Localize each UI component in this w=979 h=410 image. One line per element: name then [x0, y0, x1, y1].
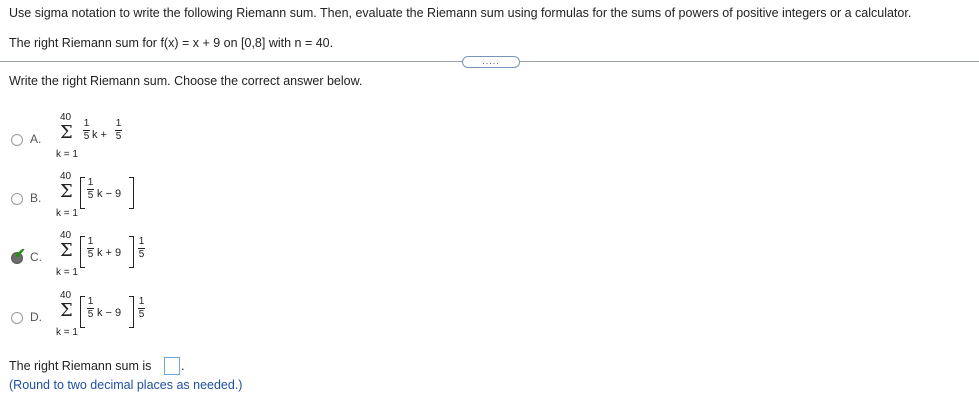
fraction: 15 — [138, 237, 145, 260]
denominator: 5 — [83, 131, 90, 142]
radio-button[interactable] — [11, 134, 23, 146]
left-bracket — [80, 177, 85, 209]
right-bracket — [129, 177, 134, 209]
denominator: 5 — [87, 249, 94, 260]
checkmark-icon: ✔ — [14, 245, 26, 261]
denominator: 5 — [115, 131, 122, 142]
answer-suffix: . — [181, 359, 185, 373]
sigma-symbol: Σ — [60, 240, 73, 261]
problem-statement: The right Riemann sum for f(x) = x + 9 o… — [9, 36, 334, 50]
sigma-lower-limit: k = 1 — [56, 267, 78, 278]
denominator: 5 — [87, 309, 94, 320]
option-letter: A. — [30, 132, 42, 146]
answer-input[interactable] — [164, 357, 180, 375]
numerator: 1 — [83, 118, 90, 129]
fraction: 15 — [83, 119, 90, 142]
denominator: 5 — [87, 190, 94, 201]
option-letter: C. — [30, 250, 42, 264]
denominator: 5 — [138, 249, 145, 260]
numerator: 1 — [87, 177, 94, 188]
left-bracket — [80, 296, 85, 328]
numerator: 1 — [87, 236, 94, 247]
summand-expression: k − 9 — [97, 307, 122, 319]
option-letter: D. — [30, 310, 42, 324]
summand-expression: k + 9 — [97, 247, 122, 259]
fraction: 15 — [87, 178, 94, 201]
radio-button[interactable] — [11, 193, 23, 205]
option-letter: B. — [30, 191, 42, 205]
sigma-symbol: Σ — [60, 300, 73, 321]
numerator: 1 — [138, 236, 145, 247]
numerator: 1 — [87, 296, 94, 307]
summand-expression: k + — [92, 129, 107, 141]
fraction: 15 — [87, 237, 94, 260]
part-prompt: Write the right Riemann sum. Choose the … — [9, 74, 363, 88]
left-bracket — [80, 236, 85, 268]
right-bracket — [129, 296, 134, 328]
more-button[interactable]: ..... — [462, 56, 520, 68]
fraction: 15 — [87, 297, 94, 320]
fraction: 15 — [115, 119, 122, 142]
sigma-lower-limit: k = 1 — [56, 327, 78, 338]
rounding-hint: (Round to two decimal places as needed.) — [9, 378, 243, 392]
radio-button[interactable] — [11, 312, 23, 324]
summand-expression: k − 9 — [97, 188, 122, 200]
right-bracket — [129, 236, 134, 268]
sigma-lower-limit: k = 1 — [56, 149, 78, 160]
answer-label: The right Riemann sum is — [9, 359, 152, 373]
numerator: 1 — [138, 296, 145, 307]
sigma-symbol: Σ — [60, 181, 73, 202]
denominator: 5 — [138, 309, 145, 320]
numerator: 1 — [115, 118, 122, 129]
sigma-lower-limit: k = 1 — [56, 208, 78, 219]
instruction-text: Use sigma notation to write the followin… — [9, 6, 912, 20]
fraction: 15 — [138, 297, 145, 320]
sigma-symbol: Σ — [60, 122, 73, 143]
